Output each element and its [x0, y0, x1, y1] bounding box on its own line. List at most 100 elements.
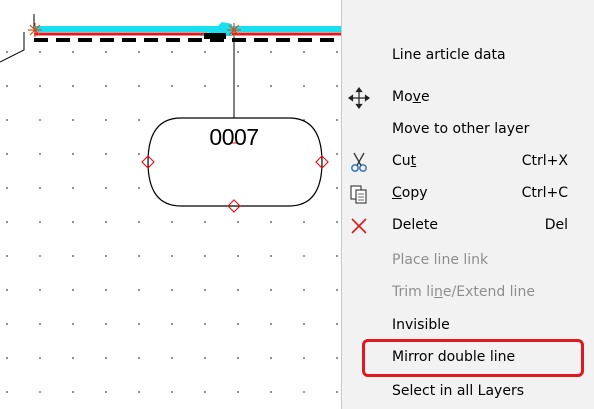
menu-item-shortcut: Del [544, 217, 568, 233]
menu-item-invisible[interactable]: Invisible [342, 310, 594, 342]
label-part: opy [401, 185, 428, 201]
grid-dot [105, 85, 107, 87]
grid-dot [72, 187, 74, 189]
grid-dot [72, 357, 74, 359]
grid-dot [72, 255, 74, 257]
grid-dot [270, 289, 272, 291]
mnemonic-letter: C [392, 185, 402, 201]
grid-dot [39, 357, 41, 359]
grid-dot [303, 51, 305, 53]
menu-item-label: Move [392, 89, 430, 105]
grip-marker-center[interactable] [227, 23, 241, 37]
delete-x-icon [346, 213, 372, 239]
grid-dot [39, 51, 41, 53]
menu-item-delete[interactable]: Delete Del [342, 210, 594, 242]
grid-dot [105, 119, 107, 121]
grid-dot [204, 221, 206, 223]
grid-dot [171, 357, 173, 359]
grid-dot [39, 289, 41, 291]
grid-dot [72, 119, 74, 121]
grid-dot [105, 51, 107, 53]
grid-dot [270, 391, 272, 393]
menu-item-label: Delete [392, 217, 438, 233]
grip-marker-left[interactable] [28, 23, 42, 37]
highlight-box [362, 339, 584, 377]
grid-dot [72, 323, 74, 325]
grid-dot [138, 221, 140, 223]
grid-dot [336, 289, 338, 291]
grid-dot [171, 221, 173, 223]
node-label: 0007 [209, 124, 259, 150]
grid-dot [6, 119, 8, 121]
grid-dot [138, 323, 140, 325]
grid-dot [6, 85, 8, 87]
grid-dot [303, 85, 305, 87]
menu-item-label: Line article data [392, 47, 506, 63]
grid-dot [336, 85, 338, 87]
menu-item-move[interactable]: Move [342, 82, 594, 114]
grid-dot [237, 221, 239, 223]
grid-dot [105, 221, 107, 223]
grid-dot [6, 289, 8, 291]
grid-dot [39, 323, 41, 325]
menu-item-cut[interactable]: Cut Ctrl+X [342, 146, 594, 178]
grid-dot [138, 187, 140, 189]
grid-dot [72, 391, 74, 393]
grid-dot [270, 51, 272, 53]
move-icon [346, 85, 372, 111]
grid-dot [336, 221, 338, 223]
copy-icon [346, 181, 372, 207]
menu-item-trim-extend-line[interactable]: Trim line/Extend line [342, 277, 594, 309]
drawing-canvas[interactable]: 0007 [0, 0, 341, 409]
grid-dot [204, 255, 206, 257]
grid-dot [6, 221, 8, 223]
grid-dot [303, 391, 305, 393]
grid-dot [336, 391, 338, 393]
menu-item-label: Cut [392, 153, 416, 169]
grid-dot [138, 289, 140, 291]
grid-dot [138, 51, 140, 53]
menu-item-place-line-link[interactable]: Place line link [342, 245, 594, 277]
grid-dot [336, 119, 338, 121]
menu-item-move-to-other-layer[interactable]: Move to other layer [342, 114, 594, 146]
grid-dot [237, 357, 239, 359]
grid-dot [6, 153, 8, 155]
grid-dot [237, 255, 239, 257]
grid-dot [6, 51, 8, 53]
grid-dot [72, 51, 74, 53]
grid-dot [204, 391, 206, 393]
grid-dot [105, 391, 107, 393]
grid-dot [39, 221, 41, 223]
grid-dot [72, 85, 74, 87]
grid-dot [204, 323, 206, 325]
grid-dot [138, 357, 140, 359]
grid-dot [171, 255, 173, 257]
grid-dot [237, 51, 239, 53]
grid-dot [270, 85, 272, 87]
label-part: Trim li [392, 284, 435, 300]
grid-dot [6, 323, 8, 325]
label-part: Mo [392, 89, 413, 105]
grid-dot [39, 255, 41, 257]
menu-item-select-in-all-layers[interactable]: Select in all Layers [342, 376, 594, 408]
menu-item-label: Place line link [392, 252, 489, 268]
menu-item-copy[interactable]: Copy Ctrl+C [342, 178, 594, 210]
grid-dot [6, 391, 8, 393]
connector-black-block [204, 33, 226, 39]
grid-dot [171, 289, 173, 291]
grid-dot [72, 289, 74, 291]
grid-dot [171, 51, 173, 53]
mnemonic-letter: v [412, 89, 421, 105]
menu-item-label: Select in all Layers [392, 383, 524, 399]
grid-dot [72, 153, 74, 155]
grid-dot [138, 153, 140, 155]
grid-dot [237, 289, 239, 291]
grid-dot [270, 255, 272, 257]
menu-item-label: Trim line/Extend line [392, 284, 535, 300]
menu-item-shortcut: Ctrl+C [521, 185, 568, 201]
grid-dot [336, 153, 338, 155]
grid-dot [105, 153, 107, 155]
grid-dot [72, 221, 74, 223]
menu-item-label: Invisible [392, 317, 450, 333]
menu-item-line-article-data[interactable]: Line article data [342, 40, 594, 72]
